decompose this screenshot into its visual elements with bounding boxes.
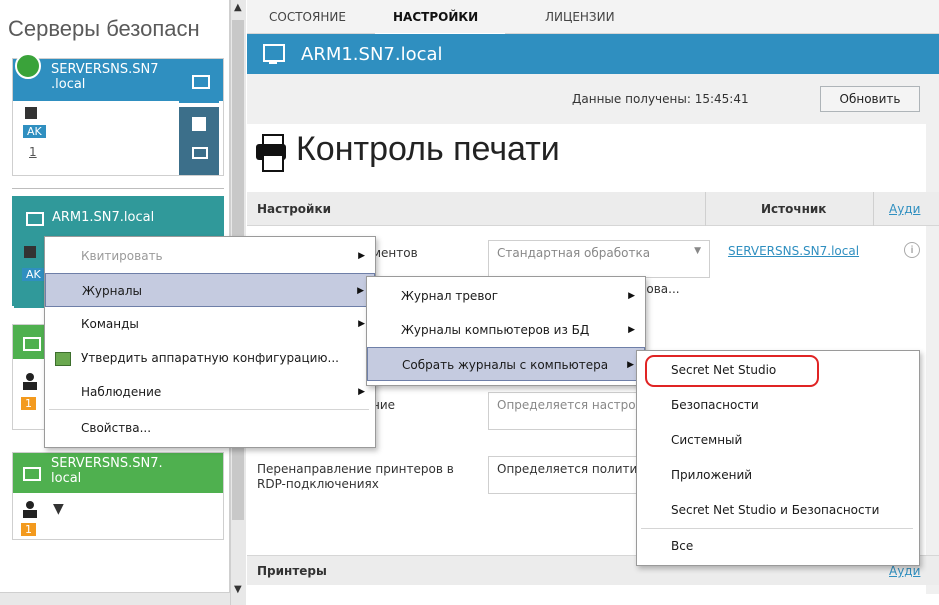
row4-value: Определяется полити xyxy=(497,462,638,476)
column-settings: Настройки xyxy=(257,202,332,216)
context-menu: Квитировать ▶ Журналы ▶ Команды ▶ Утверд… xyxy=(44,236,376,448)
monitor-icon xyxy=(263,44,285,62)
highlight-annotation xyxy=(645,355,819,387)
menu-item-label: Журналы компьютеров из БД xyxy=(401,323,590,337)
row1-value: Стандартная обработка xyxy=(497,246,651,260)
menu-item-label: Журнал тревог xyxy=(401,289,499,303)
menu-item-journals[interactable]: Журналы ▶ xyxy=(45,273,375,307)
servers-panel-title: Серверы безопасн xyxy=(8,16,200,41)
server-card-1-badge: AK xyxy=(23,125,46,138)
chip-icon xyxy=(24,246,36,258)
menu-item-security[interactable]: Безопасности xyxy=(637,388,919,422)
printer-icon xyxy=(256,134,286,172)
submenu-arrow-icon: ▶ xyxy=(358,387,365,397)
server-card-1-title: SERVERSNS.SN7 .local xyxy=(51,62,159,92)
tab-bar: СОСТОЯНИЕ НАСТРОЙКИ ЛИЦЕНЗИИ xyxy=(247,0,939,35)
server-card-4-count: 1 xyxy=(21,523,36,536)
count-badge: 1 xyxy=(21,397,36,410)
printers-title: Принтеры xyxy=(257,564,327,578)
server-card-2-title: ARM1.SN7.local xyxy=(52,210,155,225)
horizontal-scrollbar[interactable] xyxy=(0,592,230,605)
menu-item-collect-journals[interactable]: Собрать журналы с компьютера ▶ xyxy=(367,347,645,381)
menu-item-label: Свойства... xyxy=(81,421,152,435)
monitor-icon xyxy=(23,337,41,351)
menu-item-acknowledge[interactable]: Квитировать ▶ xyxy=(45,239,375,273)
user-icon xyxy=(23,373,37,391)
menu-item-label: Квитировать xyxy=(81,249,163,263)
menu-item-label: Команды xyxy=(81,317,139,331)
submenu-arrow-icon: ▶ xyxy=(628,325,635,335)
menu-item-label: Наблюдение xyxy=(81,385,162,399)
menu-item-label: Системный xyxy=(671,433,743,447)
computer-name: ARM1.SN7.local xyxy=(301,44,443,65)
menu-item-label: Secret Net Studio и Безопасности xyxy=(671,503,880,517)
printers-audit-link[interactable]: Ауди xyxy=(889,564,920,578)
journals-submenu: Журнал тревог ▶ Журналы компьютеров из Б… xyxy=(366,276,646,386)
row4-value-select[interactable]: Определяется полити xyxy=(488,456,656,494)
menu-item-label: Журналы xyxy=(82,284,142,298)
menu-item-approve-hardware[interactable]: Утвердить аппаратную конфигурацию... xyxy=(45,341,375,375)
power-status-icon xyxy=(15,53,41,79)
server-card-1-count: 1 xyxy=(29,145,37,159)
tab-licenses[interactable]: ЛИЦЕНЗИИ xyxy=(545,10,615,24)
scroll-up-arrow-icon[interactable]: ▲ xyxy=(234,2,242,13)
menu-item-label: Приложений xyxy=(671,468,753,482)
submenu-arrow-icon: ▶ xyxy=(627,360,634,370)
settings-table-header: Настройки Источник Ауди xyxy=(247,192,939,226)
menu-item-label: Утвердить аппаратную конфигурацию... xyxy=(81,351,339,365)
filter-icon: ▼ xyxy=(53,501,64,517)
menu-item-sns-and-security[interactable]: Secret Net Studio и Безопасности xyxy=(637,493,919,527)
server-stack-icon xyxy=(179,107,219,175)
row3-value: Определяется настро xyxy=(497,398,636,412)
chevron-down-icon: ▼ xyxy=(694,246,701,256)
submenu-arrow-icon: ▶ xyxy=(357,286,364,296)
menu-item-monitoring[interactable]: Наблюдение ▶ xyxy=(45,375,375,409)
server-card-4[interactable]: SERVERSNS.SN7. local ▼ 1 xyxy=(12,452,224,540)
menu-item-commands[interactable]: Команды ▶ xyxy=(45,307,375,341)
menu-item-applications[interactable]: Приложений xyxy=(637,458,919,492)
server-card-4-title: SERVERSNS.SN7. local xyxy=(51,456,163,486)
page-title: Контроль печати xyxy=(296,130,560,168)
monitor-icon xyxy=(26,212,44,226)
tab-status[interactable]: СОСТОЯНИЕ xyxy=(269,10,346,24)
server-card-4-header: SERVERSNS.SN7. local xyxy=(13,453,223,493)
menu-item-db-journals[interactable]: Журналы компьютеров из БД ▶ xyxy=(367,313,645,347)
info-icon[interactable]: i xyxy=(904,242,920,258)
divider xyxy=(12,188,224,189)
refresh-button[interactable]: Обновить xyxy=(820,86,920,112)
column-audit-link[interactable]: Ауди xyxy=(889,202,920,216)
row1-source-link[interactable]: SERVERSNS.SN7.local xyxy=(728,244,859,258)
chip-icon xyxy=(25,107,37,119)
server-card-1[interactable]: SERVERSNS.SN7 .local AK 1 xyxy=(12,53,224,176)
server-card-2-header: ARM1.SN7.local xyxy=(14,198,222,238)
menu-item-properties[interactable]: Свойства... xyxy=(45,411,375,445)
submenu-arrow-icon: ▶ xyxy=(628,291,635,301)
computer-header: ARM1.SN7.local xyxy=(247,34,939,74)
menu-separator xyxy=(49,409,369,410)
menu-item-label: Безопасности xyxy=(671,398,759,412)
menu-item-alert-journal[interactable]: Журнал тревог ▶ xyxy=(367,279,645,313)
column-source: Источник xyxy=(761,202,827,216)
monitor-icon xyxy=(179,63,219,103)
row1-label: ментов xyxy=(372,246,418,260)
row3-value-select[interactable]: Определяется настро xyxy=(488,392,656,430)
hardware-icon xyxy=(55,352,71,366)
user-icon xyxy=(23,501,37,519)
monitor-icon xyxy=(23,467,41,481)
server-card-2-badge: AK xyxy=(22,268,45,281)
menu-item-all[interactable]: Все xyxy=(637,529,919,563)
data-received-label: Данные получены: 15:45:41 xyxy=(572,92,749,106)
menu-item-label: Все xyxy=(671,539,694,553)
menu-item-system[interactable]: Системный xyxy=(637,423,919,457)
row4-label: Перенаправление принтеров в RDP-подключе… xyxy=(257,462,454,491)
row1-value-select[interactable]: Стандартная обработка ▼ xyxy=(488,240,710,278)
scroll-down-arrow-icon[interactable]: ▼ xyxy=(234,584,242,595)
submenu-arrow-icon: ▶ xyxy=(358,319,365,329)
submenu-arrow-icon: ▶ xyxy=(358,251,365,261)
menu-item-label: Собрать журналы с компьютера xyxy=(402,358,609,372)
tab-settings[interactable]: НАСТРОЙКИ xyxy=(393,10,478,24)
